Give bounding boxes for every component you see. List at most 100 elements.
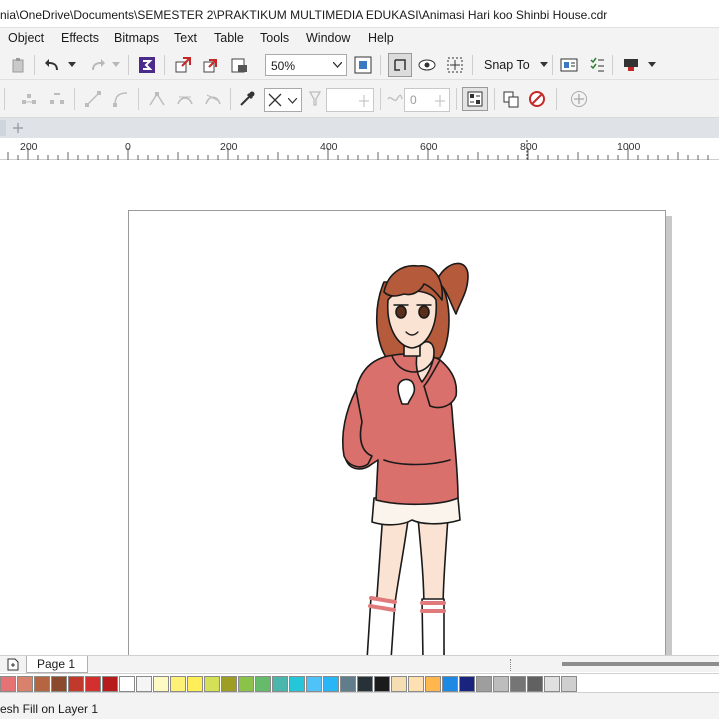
menu-effects[interactable]: Effects <box>61 31 99 45</box>
color-swatch[interactable] <box>425 676 441 692</box>
color-swatch[interactable] <box>102 676 118 692</box>
smoothing-icon[interactable] <box>386 88 404 110</box>
zoom-fit-icon[interactable] <box>352 54 374 76</box>
zoom-level-value: 50% <box>271 59 296 73</box>
color-swatch[interactable] <box>561 676 577 692</box>
symmetrical-node-icon[interactable] <box>202 88 224 110</box>
separator <box>74 88 75 110</box>
color-swatch[interactable] <box>153 676 169 692</box>
color-swatch[interactable] <box>34 676 50 692</box>
options-icon[interactable] <box>586 54 608 76</box>
show-grid-icon[interactable] <box>444 54 466 76</box>
color-swatch[interactable] <box>170 676 186 692</box>
scroll-divider[interactable] <box>510 659 516 671</box>
standard-toolbar: 50% Snap To <box>0 50 719 80</box>
select-all-nodes-icon[interactable] <box>462 87 488 111</box>
color-swatch[interactable] <box>238 676 254 692</box>
color-swatch[interactable] <box>68 676 84 692</box>
color-swatch[interactable] <box>17 676 33 692</box>
search-content-icon[interactable] <box>136 54 158 76</box>
color-swatch[interactable] <box>527 676 543 692</box>
menu-bitmaps[interactable]: Bitmaps <box>114 31 159 45</box>
new-document-tab-icon[interactable] <box>10 120 26 136</box>
color-swatch[interactable] <box>391 676 407 692</box>
window-title: nia\OneDrive\Documents\SEMESTER 2\PRAKTI… <box>0 8 608 22</box>
separator <box>380 88 381 110</box>
add-page-icon[interactable] <box>6 657 20 671</box>
undo-icon[interactable] <box>42 55 64 75</box>
copy-mesh-properties-icon[interactable] <box>500 88 522 110</box>
color-swatch[interactable] <box>221 676 237 692</box>
color-swatch[interactable] <box>119 676 135 692</box>
color-swatch[interactable] <box>459 676 475 692</box>
welcome-screen-icon[interactable] <box>558 54 580 76</box>
show-rulers-icon[interactable] <box>416 54 438 76</box>
import-icon[interactable] <box>172 54 194 76</box>
delete-node-icon[interactable] <box>46 88 68 110</box>
full-screen-preview-icon[interactable] <box>388 53 412 77</box>
color-swatch[interactable] <box>306 676 322 692</box>
ruler-label: 1000 <box>617 141 641 153</box>
cusp-node-icon[interactable] <box>146 88 168 110</box>
ruler-ticks <box>7 140 709 160</box>
convert-to-curve-icon[interactable] <box>110 88 132 110</box>
color-swatch[interactable] <box>408 676 424 692</box>
color-swatch[interactable] <box>323 676 339 692</box>
paste-icon[interactable] <box>8 55 28 75</box>
color-swatch[interactable] <box>340 676 356 692</box>
color-swatch[interactable] <box>544 676 560 692</box>
color-swatch[interactable] <box>187 676 203 692</box>
color-swatch[interactable] <box>510 676 526 692</box>
document-tab[interactable] <box>0 120 6 136</box>
horizontal-ruler[interactable]: 200 0 200 400 600 800 1000 <box>0 138 719 160</box>
chevron-down-icon <box>539 62 548 67</box>
convert-to-line-icon[interactable] <box>82 88 104 110</box>
undo-dropdown-icon[interactable] <box>66 55 78 75</box>
mesh-color-select[interactable] <box>264 88 302 112</box>
transparency-input[interactable] <box>326 88 374 112</box>
transparency-icon[interactable] <box>306 88 324 110</box>
color-swatch[interactable] <box>204 676 220 692</box>
character-illustration[interactable] <box>0 160 719 655</box>
color-swatch[interactable] <box>289 676 305 692</box>
drawing-canvas[interactable] <box>0 160 719 655</box>
color-swatch[interactable] <box>374 676 390 692</box>
color-swatch[interactable] <box>476 676 492 692</box>
ruler-label: 200 <box>220 141 238 153</box>
separator <box>556 88 557 110</box>
zoom-level-select[interactable]: 50% <box>265 54 347 76</box>
export-icon[interactable] <box>200 54 222 76</box>
separator <box>164 55 165 75</box>
color-swatch[interactable] <box>136 676 152 692</box>
smoothing-input[interactable]: 0 <box>404 88 450 112</box>
color-swatch[interactable] <box>493 676 509 692</box>
color-swatch[interactable] <box>357 676 373 692</box>
page-tab[interactable]: Page 1 <box>26 656 88 673</box>
color-swatch[interactable] <box>51 676 67 692</box>
add-button-icon[interactable] <box>568 88 590 110</box>
color-swatch[interactable] <box>255 676 271 692</box>
menu-window[interactable]: Window <box>306 31 350 45</box>
color-swatch[interactable] <box>85 676 101 692</box>
color-swatch[interactable] <box>272 676 288 692</box>
clear-mesh-icon[interactable] <box>526 88 548 110</box>
horizontal-scrollbar[interactable] <box>562 662 719 666</box>
application-launcher-icon[interactable] <box>620 54 642 76</box>
menu-object[interactable]: Object <box>8 31 44 45</box>
menu-help[interactable]: Help <box>368 31 394 45</box>
separator <box>230 88 231 110</box>
snap-to-dropdown[interactable]: Snap To <box>480 54 550 76</box>
publish-pdf-icon[interactable] <box>228 54 250 76</box>
menu-table[interactable]: Table <box>214 31 244 45</box>
smooth-node-icon[interactable] <box>174 88 196 110</box>
menu-tools[interactable]: Tools <box>260 31 289 45</box>
no-color-icon <box>268 93 282 107</box>
color-swatch[interactable] <box>442 676 458 692</box>
eyedropper-icon[interactable] <box>236 88 258 110</box>
launcher-dropdown-icon[interactable] <box>646 55 658 75</box>
redo-icon[interactable] <box>86 55 108 75</box>
redo-dropdown-icon[interactable] <box>110 55 122 75</box>
menu-text[interactable]: Text <box>174 31 197 45</box>
add-node-icon[interactable] <box>18 88 40 110</box>
color-swatch[interactable] <box>0 676 16 692</box>
